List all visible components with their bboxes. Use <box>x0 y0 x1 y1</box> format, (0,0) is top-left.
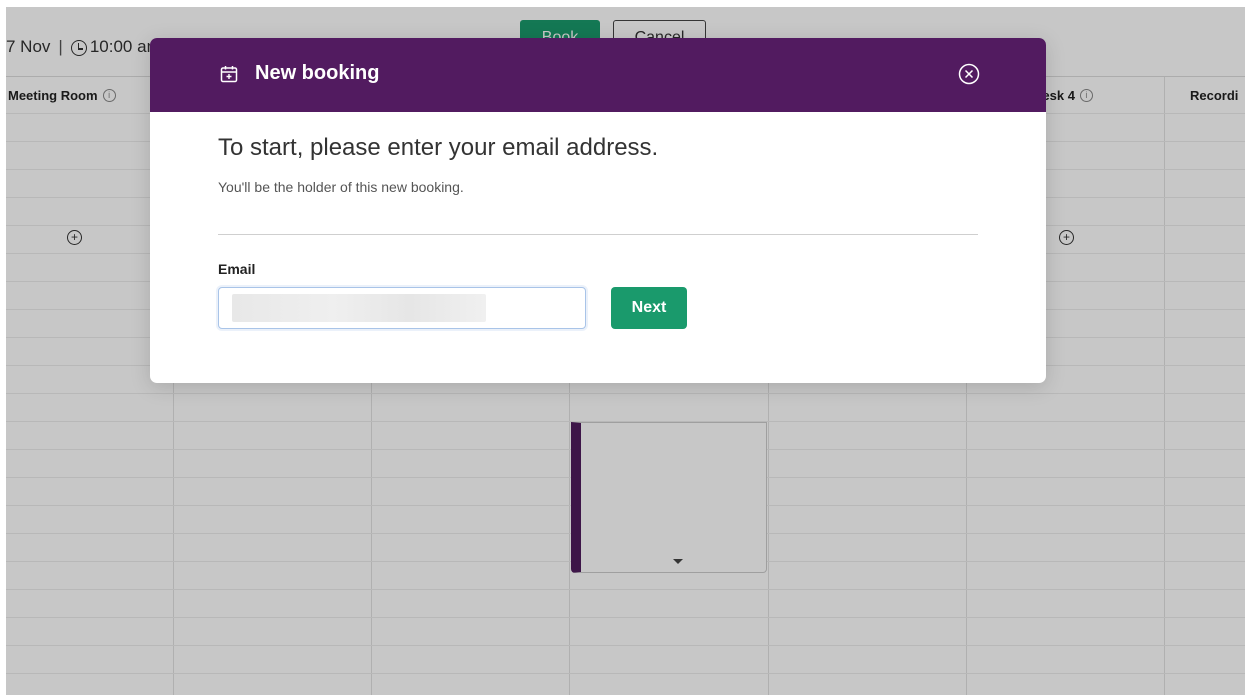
dialog-subtext: You'll be the holder of this new booking… <box>218 179 464 195</box>
divider <box>218 234 978 235</box>
email-field[interactable] <box>218 287 586 329</box>
email-label: Email <box>218 261 256 277</box>
close-icon[interactable] <box>958 63 980 85</box>
new-booking-dialog: New booking To start, please enter your … <box>150 38 1046 383</box>
dialog-header: New booking <box>150 38 1046 112</box>
dialog-title: New booking <box>255 62 380 84</box>
dialog-heading: To start, please enter your email addres… <box>218 134 659 161</box>
calendar-plus-icon <box>220 66 238 83</box>
next-button[interactable]: Next <box>611 287 687 329</box>
